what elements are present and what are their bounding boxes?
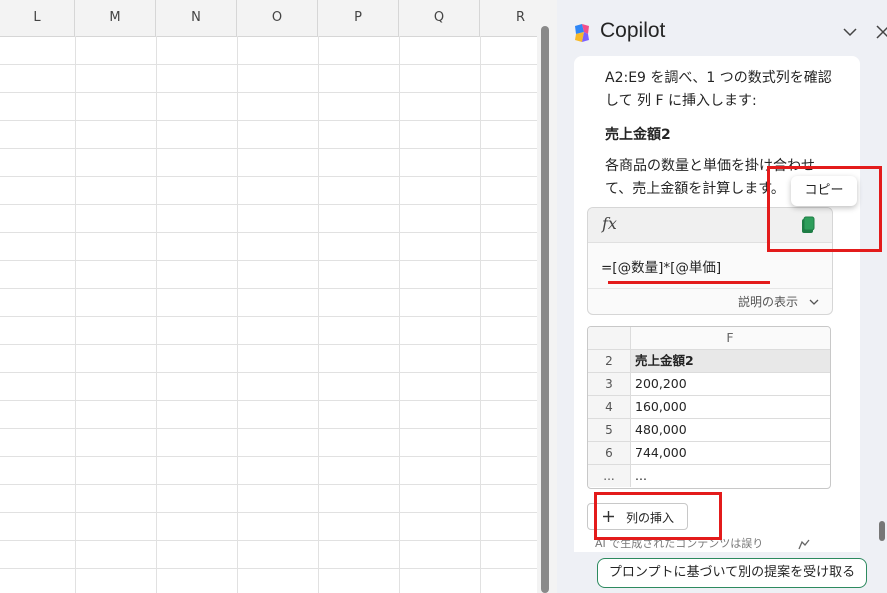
thumbs-up-icon[interactable] bbox=[798, 538, 812, 550]
copilot-logo-icon bbox=[575, 24, 589, 42]
preview-table: F 2 売上金額2 3 200,200 4 160,000 5 480,000 … bbox=[587, 326, 831, 489]
column-header-m[interactable]: M bbox=[75, 0, 156, 36]
column-header-p[interactable]: P bbox=[318, 0, 399, 36]
column-header-o[interactable]: O bbox=[237, 0, 318, 36]
preview-header-row: F bbox=[588, 327, 830, 350]
grid-horizontal-line bbox=[0, 64, 537, 65]
cell-value: 744,000 bbox=[635, 445, 687, 460]
cell-value: 160,000 bbox=[635, 399, 687, 414]
scrollbar-thumb[interactable] bbox=[541, 26, 549, 593]
chevron-down-icon[interactable] bbox=[842, 24, 858, 40]
grid-horizontal-line bbox=[0, 204, 537, 205]
grid-horizontal-line bbox=[0, 316, 537, 317]
preview-column-header: F bbox=[726, 330, 734, 345]
grid-horizontal-line bbox=[0, 400, 537, 401]
explain-label: 説明の表示 bbox=[737, 295, 798, 309]
row-number: 2 bbox=[588, 350, 631, 372]
corner-cell bbox=[588, 327, 631, 349]
column-header-r[interactable]: R bbox=[480, 0, 537, 36]
formula-text[interactable]: =[@数量]*[@単価] bbox=[601, 256, 721, 276]
grid-horizontal-line bbox=[0, 372, 537, 373]
grid-horizontal-line bbox=[0, 232, 537, 233]
description-line-2: て、売上金額を計算します。 bbox=[605, 181, 785, 197]
pane-header: Copilot bbox=[557, 0, 887, 62]
annotation-underline-formula bbox=[608, 281, 770, 284]
grid-horizontal-line bbox=[0, 288, 537, 289]
row-number: 4 bbox=[588, 396, 631, 418]
annotation-box-copy bbox=[767, 166, 882, 252]
grid-horizontal-line bbox=[0, 260, 537, 261]
grid-horizontal-line bbox=[0, 344, 537, 345]
intro-line-2: して 列 F に挿入します: bbox=[605, 93, 757, 109]
column-header-q[interactable]: Q bbox=[399, 0, 480, 36]
close-icon[interactable] bbox=[875, 24, 887, 40]
cell-value: 売上金額2 bbox=[635, 353, 694, 368]
cell-value: 200,200 bbox=[635, 376, 687, 391]
sheet-vertical-scrollbar[interactable] bbox=[537, 0, 557, 593]
row-number: 5 bbox=[588, 419, 631, 441]
table-row: 6 744,000 bbox=[588, 442, 830, 465]
suggest-alternative-button[interactable]: プロンプトに基づいて別の提案を受け取る bbox=[597, 558, 867, 588]
pane-title: Copilot bbox=[600, 19, 666, 42]
section-title: 売上金額2 bbox=[605, 127, 671, 143]
spreadsheet-grid[interactable]: L M N O P Q R bbox=[0, 0, 537, 593]
grid-horizontal-line bbox=[0, 120, 537, 121]
column-header-n[interactable]: N bbox=[156, 0, 237, 36]
cell-value: ... bbox=[635, 468, 647, 483]
intro-line-1: A2:E9 を調べ、1 つの数式列を確認 bbox=[605, 70, 832, 86]
row-number: 3 bbox=[588, 373, 631, 395]
grid-horizontal-line bbox=[0, 540, 537, 541]
table-row: 3 200,200 bbox=[588, 373, 830, 396]
fx-icon: fx bbox=[602, 214, 617, 233]
grid-horizontal-line bbox=[0, 568, 537, 569]
chevron-down-icon bbox=[809, 299, 819, 305]
table-row: ... ... bbox=[588, 465, 830, 488]
grid-horizontal-line bbox=[0, 428, 537, 429]
grid-horizontal-line bbox=[0, 92, 537, 93]
annotation-box-insert bbox=[594, 492, 722, 540]
table-row: 4 160,000 bbox=[588, 396, 830, 419]
explain-toggle[interactable]: 説明の表示 bbox=[588, 288, 832, 314]
grid-horizontal-line bbox=[0, 484, 537, 485]
cell-value: 480,000 bbox=[635, 422, 687, 437]
column-header-l[interactable]: L bbox=[0, 0, 75, 36]
table-row: 5 480,000 bbox=[588, 419, 830, 442]
column-headers: L M N O P Q R bbox=[0, 0, 537, 37]
row-number: ... bbox=[588, 465, 631, 487]
grid-horizontal-line bbox=[0, 148, 537, 149]
grid-horizontal-line bbox=[0, 456, 537, 457]
pane-scrollbar-thumb[interactable] bbox=[879, 521, 885, 541]
grid-horizontal-line bbox=[0, 512, 537, 513]
row-number: 6 bbox=[588, 442, 631, 464]
table-row: 2 売上金額2 bbox=[588, 350, 830, 373]
grid-horizontal-line bbox=[0, 176, 537, 177]
prompt-bar: プロンプトに基づいて別の提案を受け取る bbox=[557, 552, 887, 593]
